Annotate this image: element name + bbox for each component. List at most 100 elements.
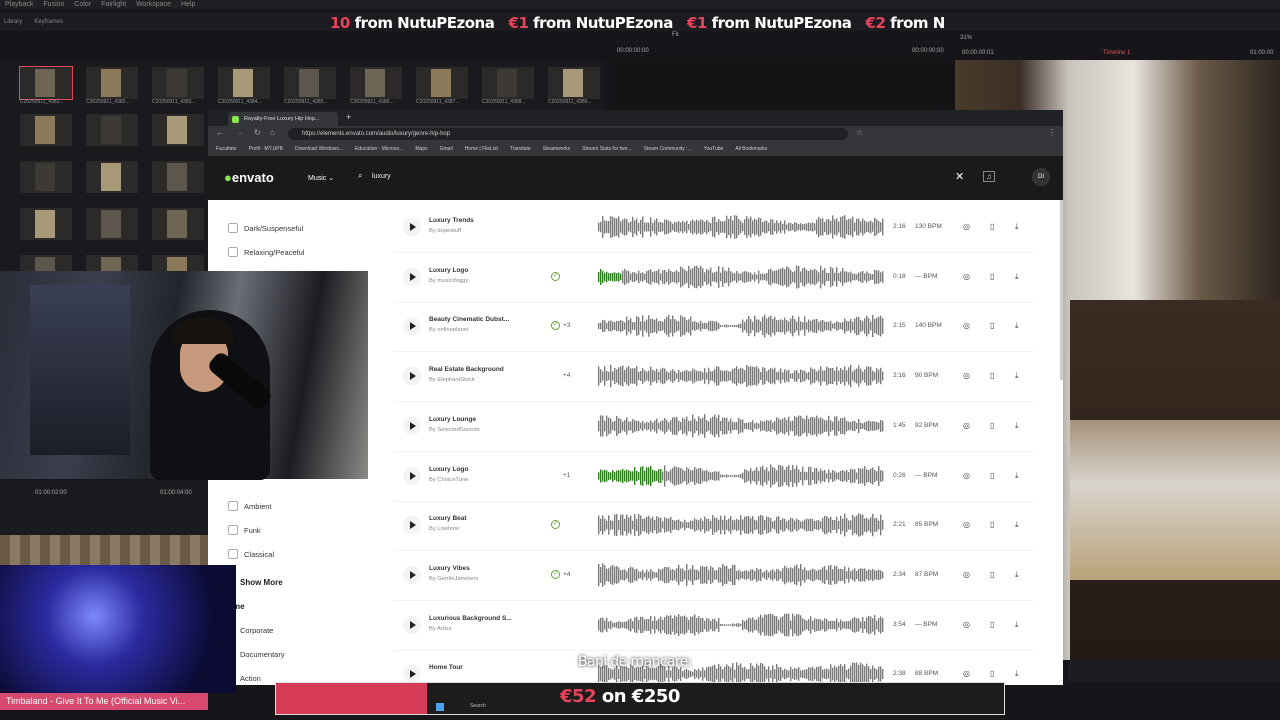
media-clip-thumbnail[interactable] <box>86 208 138 240</box>
back-icon[interactable]: ← <box>216 128 224 137</box>
bookmark-item[interactable]: Profil - MY.UPB <box>249 146 283 152</box>
download-icon[interactable]: ⤓ <box>1015 520 1019 530</box>
resolve-menu-item[interactable]: Color <box>74 0 91 9</box>
bookmark-item[interactable]: Stream Stats for twe... <box>582 146 631 152</box>
variations-dropdown[interactable]: +4 <box>563 571 570 578</box>
waveform[interactable] <box>598 313 884 339</box>
track-title[interactable]: Luxury Vibes <box>429 565 470 572</box>
download-icon[interactable]: ⤓ <box>1015 371 1019 381</box>
track-title[interactable]: Beauty Cinematic Dubst... <box>429 316 509 323</box>
track-row[interactable]: Luxury Logo By ChoiceTune +1 0:26— BPM ◎ ▯ ⤓ <box>393 452 1033 502</box>
waveform[interactable] <box>598 214 884 240</box>
resolve-menu-item[interactable]: Fusion <box>43 0 64 9</box>
play-button[interactable] <box>403 367 421 386</box>
download-icon[interactable]: ⤓ <box>1015 669 1019 679</box>
home-icon[interactable]: ⌂ <box>270 128 275 137</box>
similar-search-icon[interactable]: ◎ <box>963 520 970 529</box>
bookmark-icon[interactable]: ▯ <box>990 570 994 579</box>
bookmark-item[interactable]: Steamworks <box>543 146 571 152</box>
track-title[interactable]: Luxury Logo <box>429 466 468 473</box>
forward-icon[interactable]: → <box>236 128 244 137</box>
bookmark-item[interactable]: Facultate <box>216 146 237 152</box>
track-row[interactable]: Real Estate Background By ElephantStock +4… <box>393 352 1033 403</box>
track-row[interactable]: Luxury Lounge By SelectedSounds 1:45 92 BPM… <box>393 402 1033 452</box>
bookmark-item[interactable]: Home | FileList <box>465 146 498 152</box>
account-avatar[interactable]: DI <box>1032 168 1050 186</box>
bookmark-icon[interactable]: ▯ <box>990 669 994 678</box>
windows-start-icon[interactable] <box>436 703 444 711</box>
bookmark-icon[interactable]: ▯ <box>990 272 994 281</box>
play-button[interactable] <box>403 665 421 684</box>
bookmark-icon[interactable]: ▯ <box>990 222 994 231</box>
similar-search-icon[interactable]: ◎ <box>963 371 970 380</box>
track-author[interactable]: By GentleJammers <box>429 576 478 582</box>
download-icon[interactable]: ⤓ <box>1015 620 1019 630</box>
resolve-menu-item[interactable]: Fairlight <box>101 0 126 9</box>
bookmark-icon[interactable]: ▯ <box>990 520 994 529</box>
bookmark-item[interactable]: Education - Microso... <box>355 146 403 152</box>
bookmark-item[interactable]: Translate <box>510 146 531 152</box>
waveform[interactable] <box>598 413 884 439</box>
download-icon[interactable]: ⤓ <box>1015 471 1019 481</box>
play-button[interactable] <box>403 416 421 435</box>
track-title[interactable]: Luxury Beat <box>429 515 467 522</box>
media-clip-thumbnail[interactable] <box>20 161 72 193</box>
bookmark-icon[interactable]: ▯ <box>990 371 994 380</box>
bookmark-icon[interactable]: ▯ <box>990 321 994 330</box>
category-dropdown[interactable]: Music ⌄ <box>308 174 334 182</box>
track-title[interactable]: Luxury Lounge <box>429 416 476 423</box>
transport-controls[interactable] <box>1068 660 1280 682</box>
similar-search-icon[interactable]: ◎ <box>963 620 970 629</box>
media-clip-thumbnail[interactable] <box>482 67 534 99</box>
media-clip-thumbnail[interactable] <box>218 67 270 99</box>
download-icon[interactable]: ⤓ <box>1015 272 1019 282</box>
waveform[interactable] <box>598 612 884 638</box>
download-icon[interactable]: ⤓ <box>1015 421 1019 431</box>
waveform[interactable] <box>598 463 884 489</box>
play-button[interactable] <box>403 516 421 535</box>
media-clip-thumbnail[interactable] <box>548 67 600 99</box>
download-icon[interactable]: ⤓ <box>1015 222 1019 232</box>
track-row[interactable]: Luxury Beat By Lowtone ✓ 2:21 85 BPM ◎ ▯ ⤓ <box>393 501 1033 552</box>
track-title[interactable]: Real Estate Background <box>429 366 504 373</box>
track-row[interactable]: Home Tour 2:38 88 BPM ◎ ▯ ⤓ <box>393 650 1033 685</box>
similar-search-icon[interactable]: ◎ <box>963 272 970 281</box>
media-clip-thumbnail[interactable] <box>152 208 204 240</box>
track-row[interactable]: Luxury Trends By dopestuff 2:16 130 BPM ◎ ▯ ⤓ <box>393 203 1033 253</box>
similar-search-icon[interactable]: ◎ <box>963 471 970 480</box>
timeline-panel[interactable]: 01:00:02:00 01:00:04:00 <box>0 480 208 565</box>
media-clip-thumbnail[interactable] <box>152 114 204 146</box>
media-clip-thumbnail[interactable] <box>86 161 138 193</box>
similar-search-icon[interactable]: ◎ <box>963 421 970 430</box>
envato-logo[interactable]: ●envato <box>224 170 274 185</box>
media-clip-thumbnail[interactable] <box>284 67 336 99</box>
clear-search-icon[interactable]: ✕ <box>955 170 964 183</box>
reload-icon[interactable]: ↻ <box>254 128 261 137</box>
track-author[interactable]: By ElephantStock <box>429 377 475 383</box>
media-clip-thumbnail[interactable] <box>152 67 204 99</box>
download-icon[interactable]: ⤓ <box>1015 570 1019 580</box>
track-title[interactable]: Luxury Logo <box>429 267 468 274</box>
zoom-level[interactable]: 31% <box>960 35 972 41</box>
bookmark-icon[interactable]: ▯ <box>990 620 994 629</box>
track-row[interactable]: Beauty Cinematic Dubst... By onlineplanet… <box>393 302 1033 353</box>
media-clip-thumbnail[interactable] <box>20 208 72 240</box>
track-row[interactable]: Luxury Logo By musicdoggy ✓ 0:18— BPM ◎ ▯ ⤓ <box>393 253 1033 303</box>
browser-tab[interactable]: Royalty-Free Luxury Hip Hop... <box>228 112 338 126</box>
play-button[interactable] <box>403 267 421 286</box>
similar-search-icon[interactable]: ◎ <box>963 321 970 330</box>
timeline-clip-strip[interactable] <box>0 535 208 565</box>
bookmark-item[interactable]: Steam Community :... <box>644 146 692 152</box>
download-icon[interactable]: ⤓ <box>1015 321 1019 331</box>
timeline-name[interactable]: Timeline 1 <box>1103 50 1130 56</box>
menu-kebab-icon[interactable]: ⋮ <box>1048 128 1056 137</box>
waveform[interactable] <box>598 562 884 588</box>
bookmark-item[interactable]: Gmail <box>440 146 453 152</box>
bookmark-item[interactable]: Download Windows... <box>295 146 343 152</box>
waveform[interactable] <box>598 512 884 538</box>
bookmark-icon[interactable]: ▯ <box>990 421 994 430</box>
waveform[interactable] <box>598 363 884 389</box>
taskbar-search[interactable]: Search <box>470 703 486 709</box>
track-author[interactable]: By ChoiceTune <box>429 477 468 483</box>
media-clip-thumbnail[interactable] <box>86 67 138 99</box>
